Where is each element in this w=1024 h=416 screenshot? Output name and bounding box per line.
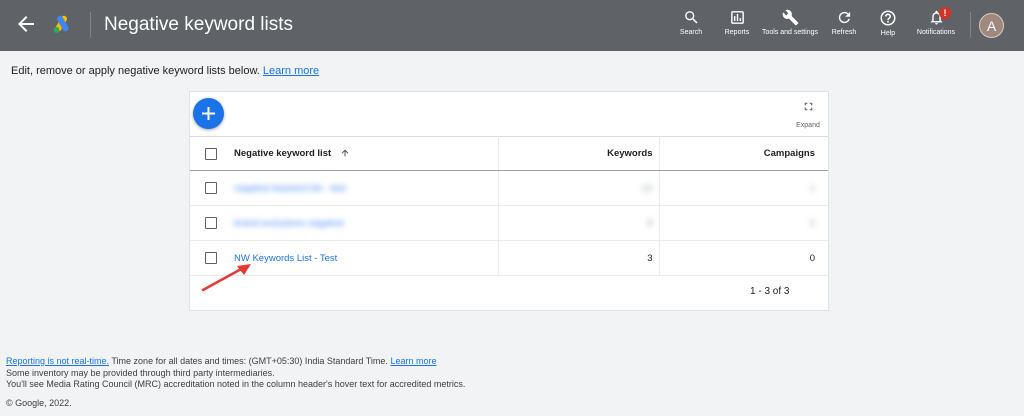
plus-icon [202, 107, 215, 120]
table-row: brand exclusions negative 8 2 [190, 205, 828, 241]
search-icon [684, 11, 698, 24]
keywords-count: 12 [641, 182, 653, 194]
campaigns-count: 2 [809, 217, 815, 229]
notifications-button[interactable]: ! Notifications [906, 7, 966, 49]
notification-badge: ! [939, 7, 951, 19]
negative-keyword-lists-card: Expand Negative keyword list Keywords Ca… [189, 91, 829, 311]
list-name-link[interactable]: brand exclusions negative [234, 218, 344, 229]
column-header-campaigns[interactable]: Campaigns [659, 136, 828, 171]
column-header-name[interactable]: Negative keyword list [232, 136, 499, 171]
keyword-lists-table: Negative keyword list Keywords Campaigns… [190, 136, 828, 276]
google-ads-logo[interactable] [52, 14, 72, 34]
keywords-count: 3 [498, 240, 660, 276]
timezone-text: Time zone for all dates and times: (GMT+… [111, 356, 388, 366]
annotation-arrow-icon [201, 264, 251, 292]
sort-ascending-icon [341, 150, 349, 157]
account-avatar[interactable]: A [979, 13, 1004, 38]
footer-line-3: You'll see Media Rating Council (MRC) ac… [6, 379, 466, 389]
tools-settings-button[interactable]: Tools and settings [760, 9, 820, 49]
row-checkbox[interactable] [205, 217, 217, 229]
header-divider-right [970, 12, 971, 38]
row-checkbox[interactable] [205, 182, 217, 194]
tools-settings-label: Tools and settings [761, 29, 819, 36]
footer-line-2: Some inventory may be provided through t… [6, 367, 275, 378]
help-icon [880, 10, 896, 26]
table-header-row: Negative keyword list Keywords Campaigns [190, 136, 828, 171]
intro-description: Edit, remove or apply negative keyword l… [11, 65, 260, 77]
footer-learn-more-link[interactable]: Learn more [390, 356, 436, 366]
table-row: negative keyword list - test 12 1 [190, 170, 828, 206]
intro-text: Edit, remove or apply negative keyword l… [11, 65, 319, 77]
copyright-text: © Google, 2022. [6, 398, 72, 408]
campaigns-count: 0 [659, 240, 828, 276]
add-list-button[interactable] [193, 98, 224, 129]
realtime-link[interactable]: Reporting is not real-time. [6, 356, 109, 366]
footer-notes: Reporting is not real-time. Time zone fo… [6, 356, 465, 391]
keywords-count: 8 [647, 217, 653, 229]
expand-button[interactable]: Expand [790, 100, 826, 130]
notifications-label: Notifications [916, 29, 956, 36]
page-title: Negative keyword lists [104, 14, 294, 35]
wrench-icon [782, 9, 798, 26]
table-row: NW Keywords List - Test 3 0 [190, 240, 828, 276]
pagination-text: 1 - 3 of 3 [750, 286, 790, 297]
fullscreen-icon [804, 102, 812, 111]
campaigns-count: 1 [809, 182, 815, 194]
column-header-keywords[interactable]: Keywords [498, 136, 660, 171]
reports-icon [730, 11, 744, 24]
top-app-bar: Negative keyword lists Search Reports To… [0, 0, 1024, 51]
refresh-icon [838, 11, 850, 24]
reports-button[interactable]: Reports [707, 9, 767, 49]
intro-learn-more-link[interactable]: Learn more [263, 65, 319, 77]
expand-label: Expand [796, 122, 820, 129]
footer-line-1: Reporting is not real-time. Time zone fo… [6, 356, 465, 368]
header-divider [90, 12, 91, 38]
reports-label: Reports [724, 29, 750, 36]
back-arrow-icon[interactable] [14, 12, 38, 36]
select-all-checkbox[interactable] [205, 147, 217, 160]
list-name-link[interactable]: negative keyword list - test [234, 183, 346, 194]
